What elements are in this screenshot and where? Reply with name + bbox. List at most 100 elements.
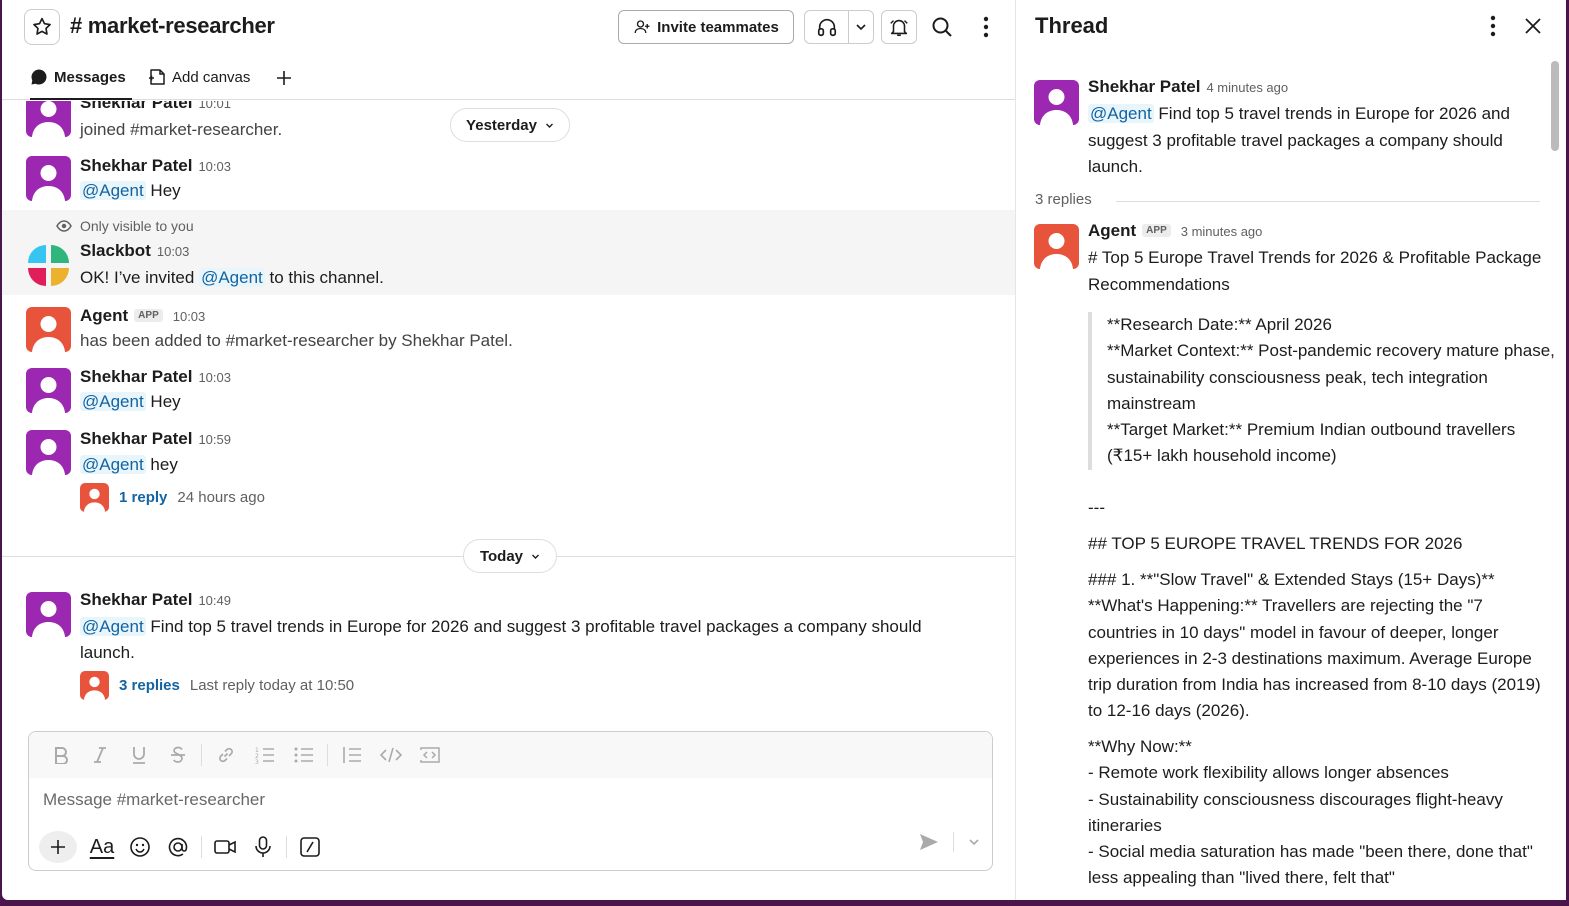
sender-name[interactable]: Shekhar Patel 10:03 (80, 156, 231, 176)
huddle-button[interactable] (804, 10, 874, 44)
tab-add-canvas-label: Add canvas (172, 68, 251, 86)
tab-messages[interactable]: Messages (30, 68, 132, 100)
why-now-block: **Why Now:** - Remote work flexibility a… (1088, 734, 1548, 892)
mention[interactable]: @Agent (80, 392, 146, 411)
plus-icon[interactable] (39, 831, 77, 863)
reply-heading: # Top 5 Europe Travel Trends for 2026 & … (1088, 248, 1542, 294)
strikethrough-icon[interactable] (158, 740, 197, 770)
headphones-icon[interactable] (805, 11, 849, 43)
mention[interactable]: @Agent (80, 181, 146, 200)
bullet-list-icon[interactable] (284, 740, 323, 770)
timestamp[interactable]: 10:59 (198, 432, 231, 447)
mention-icon[interactable] (159, 831, 197, 863)
send-icon[interactable] (919, 833, 939, 851)
thread-body: Shekhar Patel 4 minutes ago @Agent Find t… (1016, 60, 1565, 900)
avatar[interactable] (26, 368, 71, 413)
sender-name[interactable]: Shekhar Patel 10:59 (80, 429, 231, 449)
timestamp[interactable]: 10:03 (173, 309, 206, 324)
avatar[interactable] (1034, 80, 1079, 125)
chevron-down-icon[interactable] (849, 11, 873, 43)
thread-replies-link[interactable]: 1 reply 24 hours ago (80, 483, 265, 512)
bold-icon[interactable] (41, 740, 80, 770)
message-input[interactable]: Message #market-researcher (43, 790, 265, 810)
why-now-label: **Why Now:** (1088, 737, 1192, 756)
agent-avatar (80, 671, 109, 700)
date-divider-today[interactable]: Today (463, 539, 557, 573)
sender-name[interactable]: Shekhar Patel 10:49 (80, 590, 231, 610)
star-icon[interactable] (24, 9, 60, 45)
blockquote-icon[interactable] (332, 740, 371, 770)
underline-icon[interactable] (119, 740, 158, 770)
message-text: has been added to #market-researcher by … (80, 331, 513, 350)
section-heading: ## TOP 5 EUROPE TRAVEL TRENDS FOR 2026 (1088, 534, 1463, 553)
message-composer: 123 Message #market-researcher Aa (28, 731, 993, 871)
thread-replies-link[interactable]: 3 replies Last reply today at 10:50 (80, 671, 354, 700)
timestamp[interactable]: 10:01 (198, 101, 231, 111)
emoji-icon[interactable] (121, 831, 159, 863)
mention[interactable]: @Agent (80, 617, 146, 636)
agent-avatar[interactable] (26, 307, 71, 352)
link-icon[interactable] (206, 740, 245, 770)
search-icon[interactable] (924, 9, 960, 45)
avatar[interactable] (26, 430, 71, 475)
slackbot-avatar[interactable] (26, 243, 71, 288)
channel-header: # market-researcher Invite teammates (2, 0, 1015, 54)
sender-name[interactable]: Shekhar Patel 10:01 (80, 101, 231, 113)
chevron-down-icon[interactable] (968, 836, 980, 848)
reply-count[interactable]: 3 replies (119, 677, 180, 694)
mention[interactable]: @Agent (80, 455, 146, 474)
ordered-list-icon[interactable]: 123 (245, 740, 284, 770)
bullet-item: - Sustainability consciousness discourag… (1088, 789, 1503, 835)
mention[interactable]: @Agent (199, 268, 265, 287)
more-vertical-icon[interactable] (968, 9, 1004, 45)
timestamp[interactable]: 10:03 (157, 244, 190, 259)
timestamp[interactable]: 4 minutes ago (1206, 80, 1288, 95)
send-controls (919, 832, 980, 852)
sender-name[interactable]: Shekhar Patel 10:03 (80, 367, 231, 387)
svg-text:3: 3 (255, 759, 259, 764)
timestamp[interactable]: 10:49 (198, 593, 231, 608)
code-block-icon[interactable] (410, 740, 449, 770)
bullet-item: - Social media saturation has made "been… (1088, 842, 1533, 888)
date-divider-yesterday[interactable]: Yesterday (450, 108, 570, 142)
invite-teammates-button[interactable]: Invite teammates (618, 10, 794, 44)
avatar[interactable] (26, 592, 71, 637)
sender-name[interactable]: Slackbot 10:03 (80, 241, 189, 261)
bullet-item: - Remote work flexibility allows longer … (1088, 763, 1449, 783)
canvas-icon (148, 68, 166, 86)
sender-name[interactable]: Agent APP 10:03 (80, 306, 205, 326)
timestamp[interactable]: 10:03 (198, 370, 231, 385)
trend-title: ### 1. **"Slow Travel" & Extended Stays … (1088, 570, 1495, 589)
video-icon[interactable] (206, 831, 244, 863)
code-icon[interactable] (371, 740, 410, 770)
message-text: OK! I’ve invited @Agent to this channel. (80, 268, 384, 287)
agent-avatar[interactable] (1034, 224, 1079, 269)
avatar[interactable] (26, 101, 71, 137)
sender-name[interactable]: Shekhar Patel 4 minutes ago (1088, 77, 1288, 97)
reply-count[interactable]: 1 reply (119, 489, 167, 506)
tab-add-canvas[interactable]: Add canvas (148, 68, 250, 86)
timestamp[interactable]: 3 minutes ago (1181, 224, 1263, 239)
italic-icon[interactable] (80, 740, 119, 770)
avatar[interactable] (26, 156, 71, 201)
toolbar-separator (286, 836, 287, 858)
notification-bell-icon[interactable] (881, 10, 917, 44)
microphone-icon[interactable] (244, 831, 282, 863)
replies-divider (1116, 201, 1540, 202)
message-text: @Agent Find top 5 travel trends in Europ… (80, 617, 922, 662)
channel-title[interactable]: # market-researcher (70, 13, 275, 39)
more-vertical-icon[interactable] (1478, 10, 1508, 42)
message-list: Shekhar Patel 10:01 joined #market-resear… (2, 101, 1015, 721)
slash-command-icon[interactable] (291, 831, 329, 863)
chevron-down-icon (545, 121, 554, 130)
trend-block: ### 1. **"Slow Travel" & Extended Stays … (1088, 567, 1548, 725)
close-icon[interactable] (1518, 10, 1548, 42)
trend-body: **What's Happening:** Travellers are rej… (1088, 596, 1541, 721)
text-format-icon[interactable]: Aa (83, 831, 121, 863)
timestamp[interactable]: 10:03 (198, 159, 231, 174)
add-tab-plus-icon[interactable] (272, 64, 296, 92)
composer-actions: Aa (39, 830, 329, 864)
mention[interactable]: @Agent (1088, 104, 1154, 123)
format-label: Aa (89, 835, 115, 858)
sender-name[interactable]: Agent APP 3 minutes ago (1088, 221, 1262, 241)
